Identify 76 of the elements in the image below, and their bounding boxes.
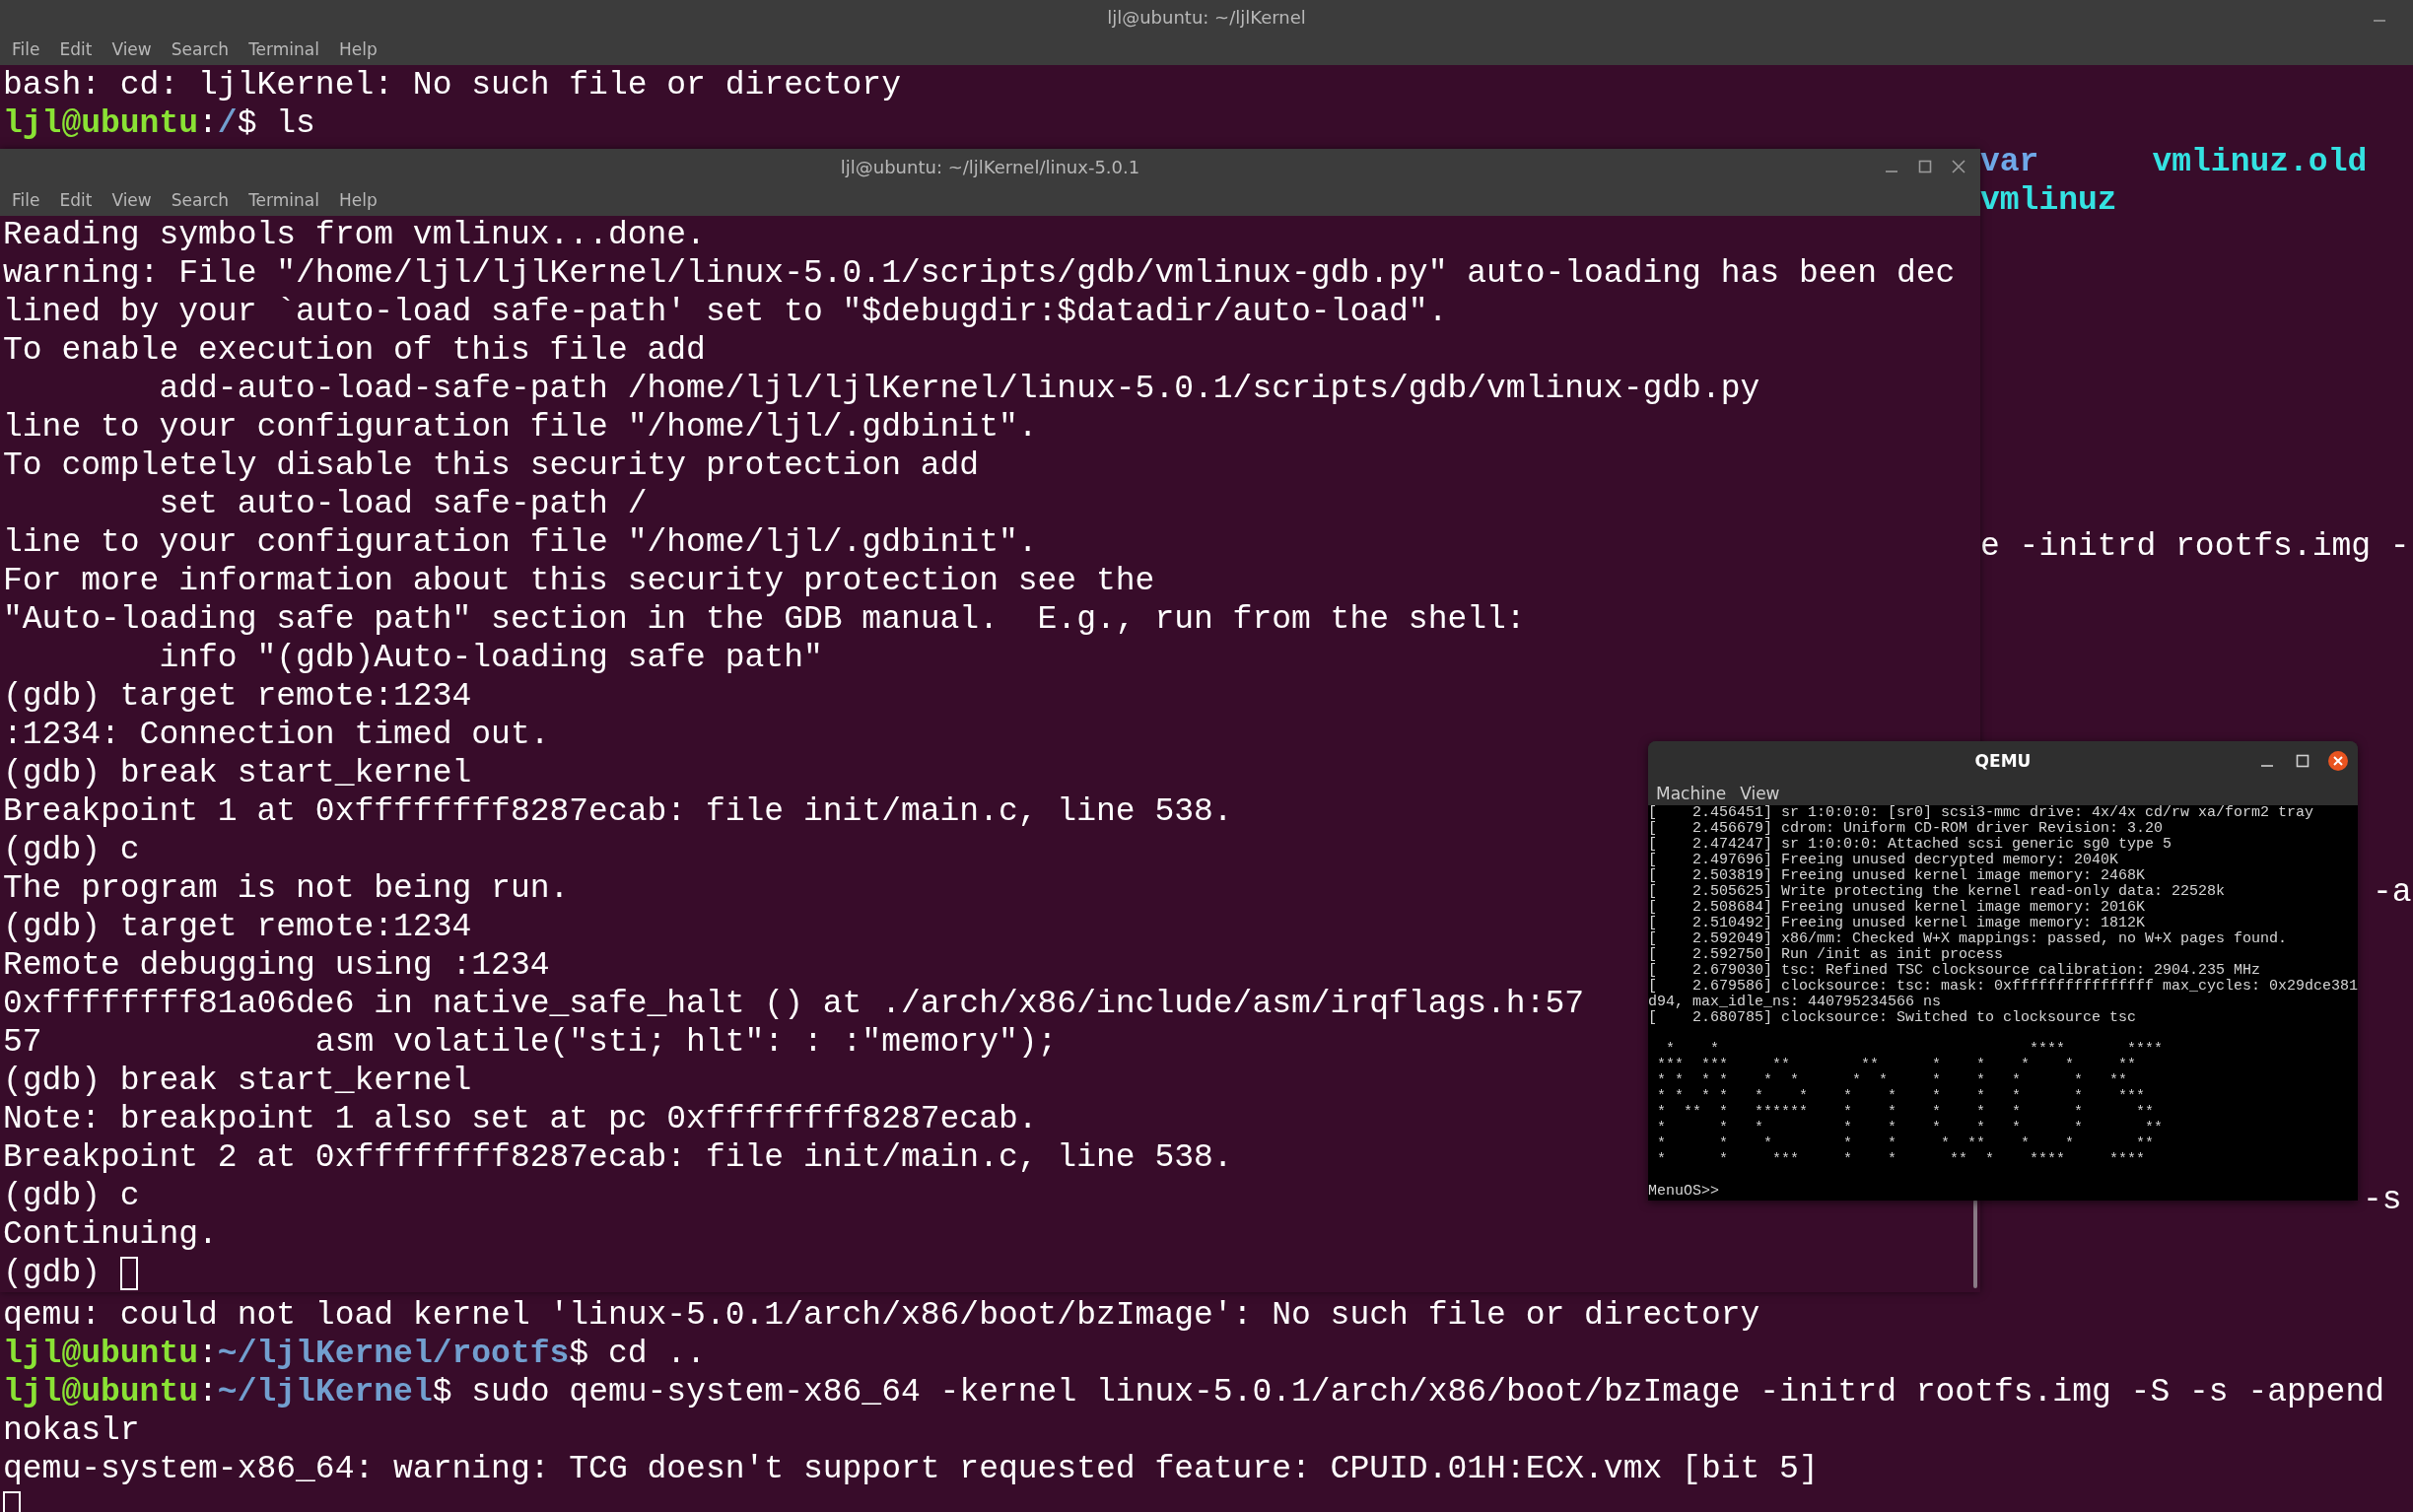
terminal-line: Breakpoint 1 at 0xffffffff8287ecab: file init/main.c, line 538.	[3, 792, 1233, 831]
menu-item[interactable]: View	[1740, 783, 1780, 803]
window-title: ljl@ubuntu: ~/ljlKernel	[1107, 6, 1306, 28]
terminal-line: line to your configuration file "/home/ljl/.gdbinit".	[3, 408, 1038, 447]
console-line: [ 2.505625] Write protecting the kernel read-only data: 22528k	[1648, 883, 2226, 900]
terminal-line: Continuing.	[3, 1215, 218, 1254]
menu-item[interactable]: Search	[171, 39, 230, 59]
menu-item[interactable]: Help	[338, 190, 378, 210]
terminal-line: (gdb) target remote:1234	[3, 677, 472, 716]
console-line: [ 2.679030] tsc: Refined TSC clocksource calibration: 2904.235 MHz	[1648, 962, 2261, 979]
terminal-line: Remote debugging using :1234	[3, 946, 550, 985]
terminal-line: lined by your `auto-load safe-path' set to "$debugdir:$datadir/auto-load".	[3, 293, 1448, 331]
terminal-line: ljl@ubuntu:~/ljlKernel/rootfs$ cd ..	[3, 1335, 706, 1373]
terminal-line: Reading symbols from vmlinux...done.	[3, 216, 706, 254]
terminal-line: (gdb) break start_kernel	[3, 1062, 472, 1100]
menu-item[interactable]: Search	[171, 190, 230, 210]
terminal-line: qemu: could not load kernel 'linux-5.0.1/arch/x86/boot/bzImage': No such file or directory	[3, 1296, 1760, 1335]
menu-item[interactable]: Edit	[59, 190, 93, 210]
terminal-line: The program is not being run.	[3, 869, 570, 908]
window-title: ljl@ubuntu: ~/ljlKernel/linux-5.0.1	[840, 156, 1140, 177]
terminal-line: info "(gdb)Auto-loading safe path"	[158, 639, 823, 677]
console-line: [ 2.503819] Freeing unused kernel image memory: 2468K	[1648, 867, 2146, 884]
terminal-line: set auto-load safe-path /	[158, 485, 648, 523]
terminal-line: warning: File "/home/ljl/ljlKernel/linux-5.0.1/scripts/gdb/vmlinux-gdb.py" auto-loading has been dec	[3, 254, 1956, 293]
terminal-line: qemu-system-x86_64: warning: TCG doesn't support requested feature: CPUID.01H:ECX.vmx [bit 5]	[3, 1450, 1819, 1488]
terminal-line: Note: breakpoint 1 also set at pc 0xffffffff8287ecab.	[3, 1100, 1038, 1138]
menu-item[interactable]: View	[111, 190, 152, 210]
terminal-line: (gdb)	[3, 1254, 102, 1292]
terminal-line: add-auto-load-safe-path /home/ljl/ljlKernel/linux-5.0.1/scripts/gdb/vmlinux-gdb.py	[158, 370, 1760, 408]
terminal-line: nokaslr	[3, 1411, 140, 1450]
menu-item[interactable]: File	[12, 190, 40, 210]
menu-item[interactable]: Edit	[59, 39, 93, 59]
terminal-line: (gdb) c	[3, 1177, 140, 1215]
console-line: d94, max_idle_ns: 440795234566 ns	[1648, 994, 1942, 1010]
terminal-line: line to your configuration file "/home/ljl/.gdbinit".	[3, 523, 1038, 562]
terminal-line: (gdb) break start_kernel	[3, 754, 472, 792]
terminal-line: "Auto-loading safe path" section in the GDB manual. E.g., run from the shell:	[3, 600, 1526, 639]
console-line: [ 2.592049] x86/mm: Checked W+X mappings: passed, no W+X pages found.	[1648, 930, 2288, 947]
close-icon[interactable]	[2328, 751, 2348, 771]
console-line: [ 2.510492] Freeing unused kernel image memory: 1812K	[1648, 915, 2146, 931]
window-title: QEMU	[1974, 751, 2032, 771]
terminal-line: 57 asm volatile("sti; hlt": : :"memory");	[3, 1023, 1058, 1062]
console-line: [ 2.679586] clocksource: tsc: mask: 0xffffffffffffffff max_cycles: 0x29dce381	[1648, 978, 2358, 995]
file-name: vmlinuz	[1980, 181, 2117, 220]
file-name: var	[1980, 143, 2039, 181]
console-line: [ 2.508684] Freeing unused kernel image memory: 2016K	[1648, 899, 2146, 916]
console-line: [ 2.474247] sr 1:0:0:0: Attached scsi generic sg0 type 5	[1648, 836, 2172, 853]
terminal-text: -s	[2363, 1181, 2402, 1219]
console-line: MenuOS>>	[1648, 1183, 1719, 1200]
terminal-line: To enable execution of this file add	[3, 331, 706, 370]
console-line: [ 2.680785] clocksource: Switched to clocksource tsc	[1648, 1009, 2137, 1026]
menu-item[interactable]: File	[12, 39, 40, 59]
terminal-line: ljl@ubuntu:/$ ls	[3, 104, 315, 143]
console-line: [ 2.456679] cdrom: Uniform CD-ROM driver Revision: 3.20	[1648, 820, 2164, 837]
scrollbar-thumb[interactable]	[1973, 1200, 1977, 1288]
console-line: [ 2.592750] Run /init as init process	[1648, 946, 2004, 963]
menu-item[interactable]: Help	[338, 39, 378, 59]
ascii-art-text: * * **** **** *** *** ** ** * * * * ** * * * * * * * * * * * * ** * * * * * * * * * * * * *** * ** * ****** * * * * * * ** * * * * * * * * * ** * * * * * * ** * * ** * * *** * * ** * **** ****	[1656, 1042, 2164, 1168]
console-line: [ 2.497696] Freeing unused decrypted memory: 2040K	[1648, 852, 2119, 868]
menu-item[interactable]: View	[111, 39, 152, 59]
terminal-line: For more information about this security protection see the	[3, 562, 1155, 600]
terminal-line: (gdb) target remote:1234	[3, 908, 472, 946]
menu-item[interactable]: Terminal	[248, 190, 319, 210]
menu-item[interactable]: Terminal	[248, 39, 319, 59]
terminal-text: -a	[2373, 873, 2412, 912]
terminal-line: To completely disable this security protection add	[3, 447, 980, 485]
terminal-line: :1234: Connection timed out.	[3, 716, 550, 754]
file-name: vmlinuz.old	[2152, 143, 2368, 181]
terminal-line: (gdb) c	[3, 831, 140, 869]
terminal-line: ljl@ubuntu:~/ljlKernel$ sudo qemu-system-x86_64 -kernel linux-5.0.1/arch/x86/boot/bzImage -initrd rootfs.img -S -s -append	[3, 1373, 2385, 1411]
menu-item[interactable]: Machine	[1656, 783, 1727, 803]
terminal-text: e -initrd rootfs.img -	[1980, 527, 2410, 566]
console-line: [ 2.456451] sr 1:0:0:0: [sr0] scsi3-mmc drive: 4x/4x cd/rw xa/form2 tray	[1648, 804, 2314, 821]
terminal-line: 0xffffffff81a06de6 in native_safe_halt () at ./arch/x86/include/asm/irqflags.h:57	[3, 985, 1585, 1023]
terminal-line: bash: cd: ljlKernel: No such file or directory	[3, 66, 901, 104]
terminal-line: Breakpoint 2 at 0xffffffff8287ecab: file init/main.c, line 538.	[3, 1138, 1233, 1177]
